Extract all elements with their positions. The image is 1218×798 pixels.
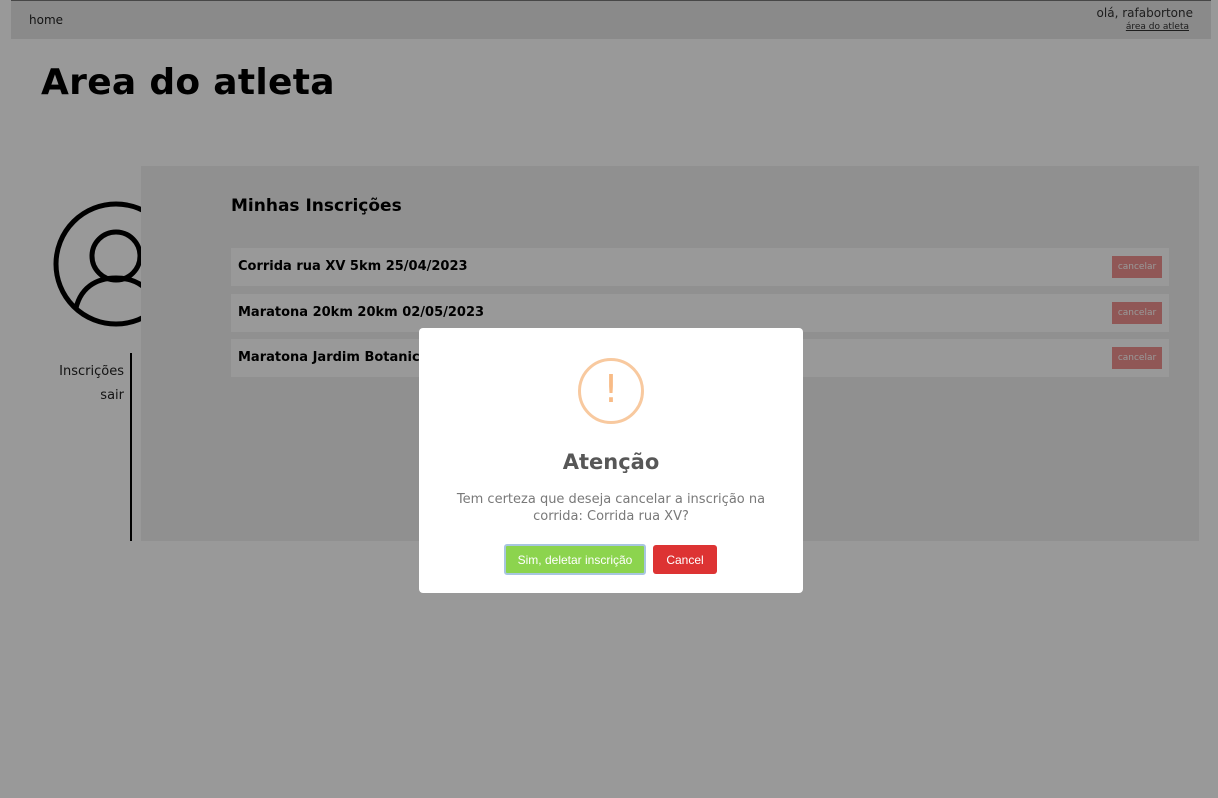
exclamation-icon: ! bbox=[603, 367, 619, 411]
warning-icon: ! bbox=[578, 358, 644, 424]
dialog-message: Tem certeza que deseja cancelar a inscri… bbox=[456, 492, 766, 524]
confirmation-dialog: ! Atenção Tem certeza que deseja cancela… bbox=[419, 328, 803, 593]
dialog-cancel-button[interactable]: Cancel bbox=[653, 545, 717, 574]
confirm-delete-button[interactable]: Sim, deletar inscrição bbox=[504, 544, 646, 575]
dialog-title: Atenção bbox=[562, 450, 660, 474]
